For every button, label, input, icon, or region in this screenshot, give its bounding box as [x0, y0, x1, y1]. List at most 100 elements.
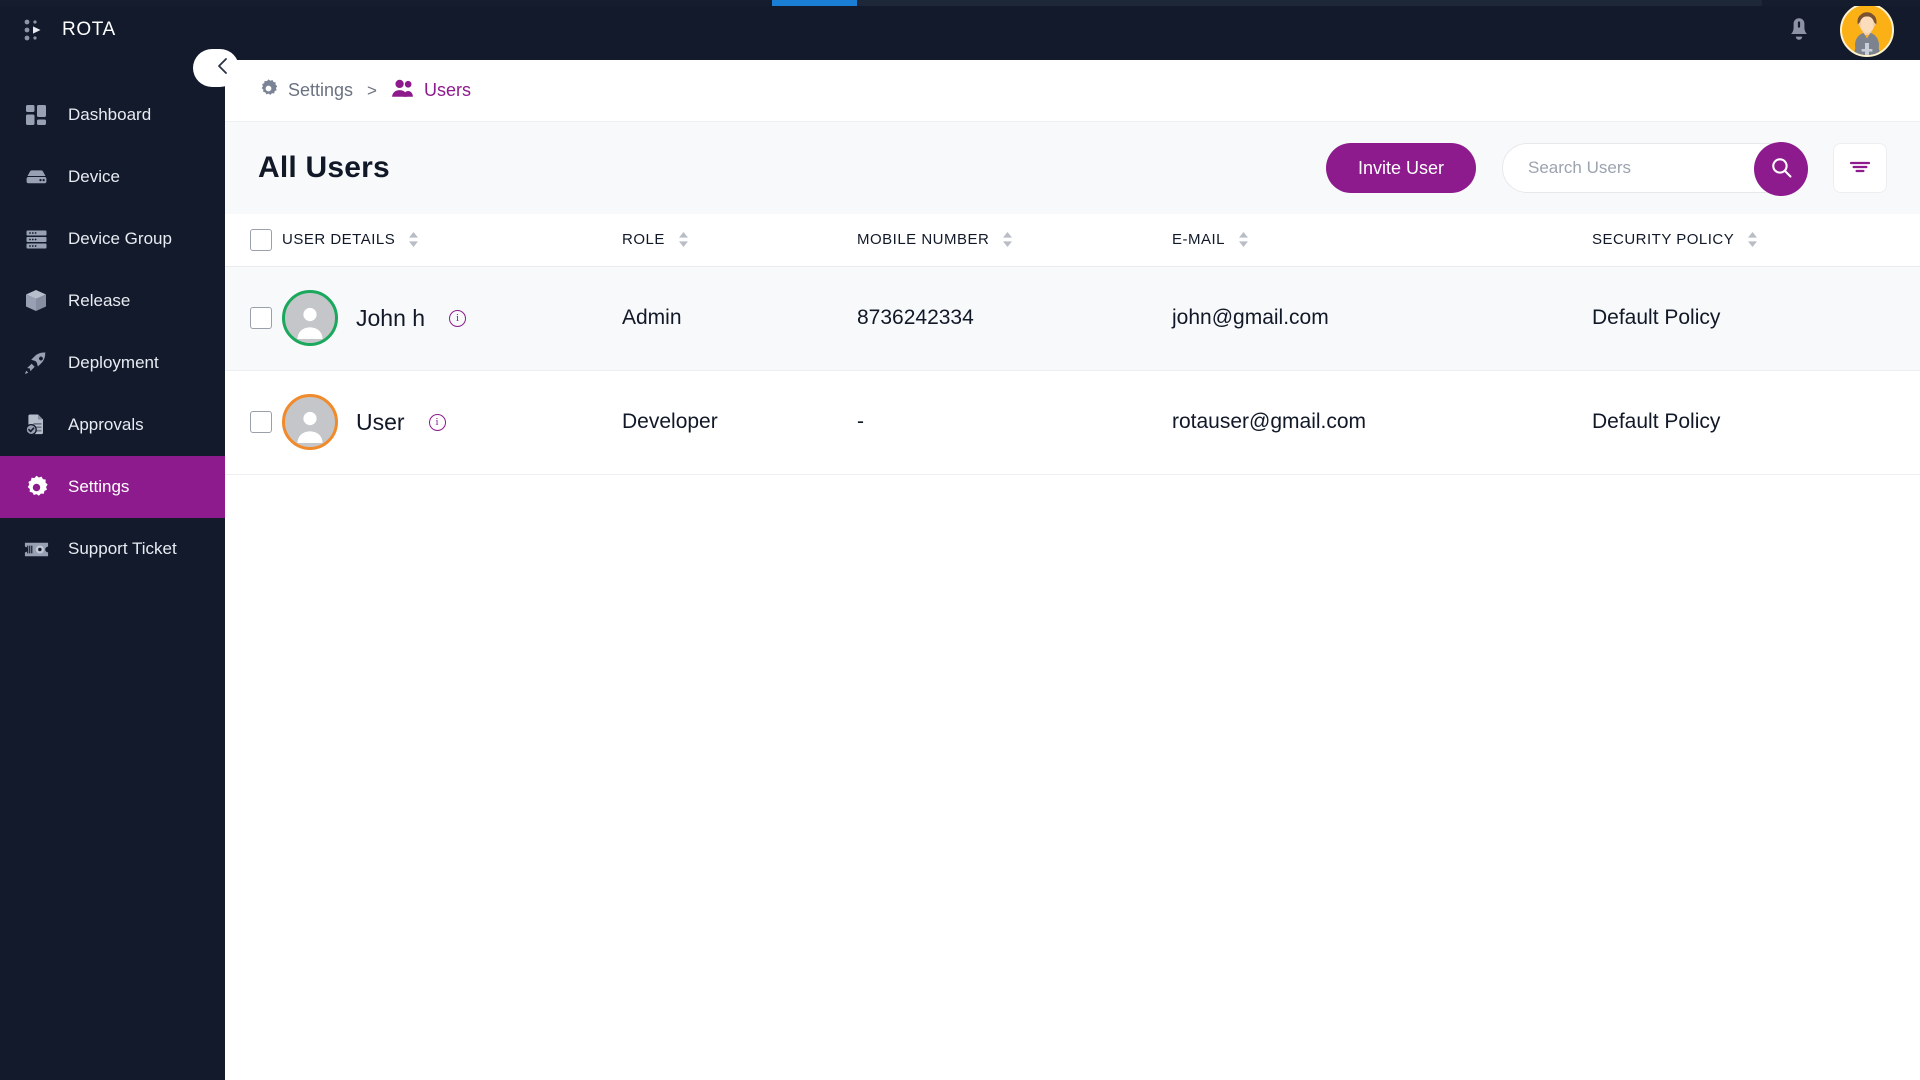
search-input[interactable]: [1503, 158, 1733, 178]
sidebar-nav: Dashboard Device Device Group Release De…: [0, 84, 225, 580]
sidebar-item-label: Approvals: [68, 415, 144, 434]
cell-email: rotauser@gmail.com: [1172, 370, 1592, 475]
progress-track-dim: [772, 0, 1762, 6]
column-label: MOBILE NUMBER: [857, 231, 990, 249]
sidebar-item-label: Device Group: [68, 229, 172, 248]
sidebar-item-label: Device: [68, 167, 120, 186]
row-checkbox[interactable]: [250, 411, 272, 433]
page-load-progress: [0, 0, 1920, 6]
table-body: John h i Admin 8736242334 john@gmail.com…: [225, 266, 1920, 475]
sidebar-item-label: Deployment: [68, 353, 159, 372]
users-table: USER DETAILS ROLE MOBILE NUMBER E-MAIL S…: [225, 214, 1920, 475]
sidebar-item-device[interactable]: Device: [0, 146, 225, 208]
user-name: John h: [356, 304, 426, 331]
table-header: USER DETAILS ROLE MOBILE NUMBER E-MAIL S…: [225, 214, 1920, 267]
breadcrumb-separator: >: [367, 80, 377, 100]
cell-user-details: User i: [282, 370, 622, 475]
column-label: SECURITY POLICY: [1592, 231, 1735, 249]
sort-toggle-icon[interactable]: [678, 232, 689, 248]
device-group-icon: [22, 225, 50, 253]
table-row[interactable]: John h i Admin 8736242334 john@gmail.com…: [225, 266, 1920, 371]
user-name: User: [356, 408, 405, 435]
cell-mobile: 8736242334: [857, 266, 1172, 371]
breadcrumb-label: Settings: [288, 80, 354, 100]
table-row[interactable]: User i Developer - rotauser@gmail.com De…: [225, 370, 1920, 475]
users-icon: [391, 78, 415, 104]
breadcrumb-item-settings[interactable]: Settings: [258, 78, 353, 104]
sidebar-item-dashboard[interactable]: Dashboard: [0, 84, 225, 146]
breadcrumb: Settings > Users: [193, 49, 1920, 122]
row-checkbox[interactable]: [250, 307, 272, 329]
info-icon[interactable]: i: [449, 309, 467, 327]
column-label: USER DETAILS: [282, 231, 396, 249]
row-select-cell: [225, 266, 282, 371]
avatar[interactable]: [1840, 3, 1894, 57]
search-box: [1502, 142, 1808, 196]
avatar: [282, 394, 338, 450]
rocket-icon: [22, 349, 50, 377]
ticket-icon: [22, 535, 50, 563]
cell-mobile: -: [857, 370, 1172, 475]
filter-button[interactable]: [1833, 143, 1887, 193]
main-content: Settings > Users All Users Invite User S…: [193, 49, 1920, 1080]
column-label: E-MAIL: [1172, 231, 1226, 249]
panel-header: All Users Invite User: [225, 122, 1920, 214]
sidebar-item-release[interactable]: Release: [0, 270, 225, 332]
sidebar-item-label: Dashboard: [68, 105, 152, 124]
gear-icon: [22, 473, 50, 501]
cell-email: john@gmail.com: [1172, 266, 1592, 371]
sidebar-item-label: Settings: [68, 477, 130, 496]
sort-toggle-icon[interactable]: [408, 232, 419, 248]
sort-toggle-icon[interactable]: [1002, 232, 1013, 248]
gear-icon: [258, 78, 279, 104]
sidebar-item-settings[interactable]: Settings: [0, 456, 225, 518]
search-icon: [1769, 155, 1794, 183]
breadcrumb-label: Users: [423, 80, 471, 100]
document-check-icon: [22, 411, 50, 439]
dots-play-logo-icon: [22, 17, 48, 43]
sidebar-item-device-group[interactable]: Device Group: [0, 208, 225, 270]
chevron-left-icon: [215, 56, 230, 81]
breadcrumb-item-users[interactable]: Users: [391, 78, 471, 104]
topbar: [225, 0, 1920, 60]
sort-toggle-icon[interactable]: [1238, 232, 1249, 248]
column-user-details[interactable]: USER DETAILS: [282, 214, 622, 267]
column-security-policy[interactable]: SECURITY POLICY: [1592, 214, 1920, 267]
sort-toggle-icon[interactable]: [1747, 232, 1758, 248]
row-select-cell: [225, 370, 282, 475]
table-header-row: USER DETAILS ROLE MOBILE NUMBER E-MAIL S…: [225, 214, 1920, 267]
sidebar-collapse-button[interactable]: [193, 49, 239, 87]
sidebar-item-label: Support Ticket: [68, 539, 177, 558]
cell-role: Admin: [622, 266, 857, 371]
invite-user-button[interactable]: Invite User: [1325, 143, 1476, 193]
search-button[interactable]: [1754, 142, 1808, 196]
column-label: ROLE: [622, 231, 665, 249]
sidebar-item-deployment[interactable]: Deployment: [0, 332, 225, 394]
device-icon: [22, 163, 50, 191]
panel-actions: Invite User: [1325, 142, 1887, 196]
sidebar-item-approvals[interactable]: Approvals: [0, 394, 225, 456]
sidebar-item-support-ticket[interactable]: Support Ticket: [0, 518, 225, 580]
select-all-checkbox[interactable]: [250, 228, 272, 251]
dashboard-grid-icon: [22, 101, 50, 129]
cell-policy: Default Policy: [1592, 370, 1920, 475]
cell-role: Developer: [622, 370, 857, 475]
filter-icon: [1849, 159, 1871, 178]
app-root: ROTA Dashboard Device Device Group Relea…: [0, 0, 1920, 1080]
brand-name: ROTA: [62, 19, 116, 40]
progress-bar-fill: [772, 0, 857, 6]
info-icon[interactable]: i: [428, 413, 446, 431]
sidebar: ROTA Dashboard Device Device Group Relea…: [0, 0, 225, 1080]
sidebar-item-label: Release: [68, 291, 131, 310]
cell-user-details: John h i: [282, 266, 622, 371]
cell-policy: Default Policy: [1592, 266, 1920, 371]
users-panel: All Users Invite User Search Users USER …: [225, 122, 1920, 475]
column-mobile-number[interactable]: MOBILE NUMBER: [857, 214, 1172, 267]
brand[interactable]: ROTA: [0, 0, 225, 60]
select-all-cell: [225, 214, 282, 267]
avatar: [282, 290, 338, 346]
column-role[interactable]: ROLE: [622, 214, 857, 267]
column-email[interactable]: E-MAIL: [1172, 214, 1592, 267]
bell-icon[interactable]: [1784, 13, 1814, 47]
box-icon: [22, 287, 50, 315]
